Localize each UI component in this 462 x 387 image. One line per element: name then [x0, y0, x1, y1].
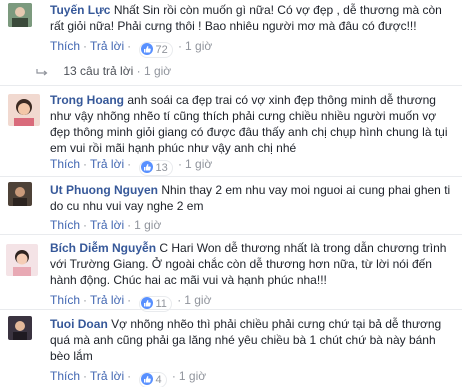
- comment-text: Vợ nhõng nhẽo thì phải chiều phải cưng c…: [50, 317, 442, 363]
- like-icon: [141, 43, 154, 55]
- divider: [0, 85, 462, 86]
- avatar[interactable]: [6, 244, 38, 276]
- like-button[interactable]: Thích: [50, 39, 80, 53]
- comment-body: Bích Diễm Nguyễn C Hari Won dễ thương nh…: [50, 240, 456, 288]
- comment-time[interactable]: 1 giờ: [185, 39, 212, 53]
- like-icon: [141, 297, 154, 309]
- avatar[interactable]: [8, 3, 32, 27]
- divider: [0, 309, 462, 310]
- reaction-count[interactable]: 72: [140, 43, 172, 57]
- like-button[interactable]: Thích: [50, 218, 80, 232]
- commenter-name[interactable]: Bích Diễm Nguyễn: [50, 241, 156, 255]
- divider: [0, 234, 462, 235]
- like-icon: [141, 373, 154, 385]
- avatar[interactable]: [8, 94, 40, 126]
- comment-time[interactable]: 1 giờ: [179, 369, 206, 383]
- comment-actions: Thích · Trả lời · 72 · 1 giờ: [50, 39, 213, 57]
- comment-time[interactable]: 1 giờ: [134, 218, 161, 232]
- reply-button[interactable]: Trả lời: [90, 293, 124, 307]
- like-icon: [141, 161, 154, 173]
- replies-time: 1 giờ: [143, 64, 172, 78]
- commenter-name[interactable]: Ut Phuong Nguyen: [50, 183, 158, 197]
- comment-body: Trong Hoang anh soái ca đẹp trai có vợ x…: [50, 92, 456, 156]
- reply-button[interactable]: Trả lời: [90, 157, 124, 171]
- reaction-count[interactable]: 13: [140, 161, 172, 175]
- like-button[interactable]: Thích: [50, 369, 80, 383]
- comment-actions: Thích · Trả lời · 1 giờ: [50, 218, 162, 232]
- comment-time[interactable]: 1 giờ: [185, 157, 212, 171]
- comment-actions: Thích · Trả lời · 13 · 1 giờ: [50, 157, 213, 175]
- replies-count[interactable]: 13 câu trả lời: [63, 64, 133, 78]
- reply-button[interactable]: Trả lời: [90, 369, 124, 383]
- comment-actions: Thích · Trả lời · 4 · 1 giờ: [50, 369, 207, 387]
- avatar[interactable]: [8, 316, 32, 340]
- divider: [0, 176, 462, 177]
- avatar[interactable]: [8, 182, 32, 206]
- reply-button[interactable]: Trả lời: [90, 39, 124, 53]
- comment-body: Ut Phuong Nguyen Nhin thay 2 em nhu vay …: [50, 182, 456, 214]
- view-replies-link[interactable]: 13 câu trả lời · 1 giờ: [36, 64, 171, 78]
- reply-button[interactable]: Trả lời: [90, 218, 124, 232]
- reaction-count[interactable]: 4: [140, 373, 166, 387]
- comment-body: Tuyến Lực Nhất Sin rồi còn muốn gì nữa! …: [50, 2, 456, 34]
- comment-time[interactable]: 1 giờ: [184, 293, 211, 307]
- commenter-name[interactable]: Trong Hoang: [50, 93, 124, 107]
- like-button[interactable]: Thích: [50, 157, 80, 171]
- commenter-name[interactable]: Tuoi Doan: [50, 317, 108, 331]
- comment-body: Tuoi Doan Vợ nhõng nhẽo thì phải chiều p…: [50, 316, 456, 364]
- reply-arrow-icon: [36, 68, 48, 76]
- commenter-name[interactable]: Tuyến Lực: [50, 3, 110, 17]
- like-button[interactable]: Thích: [50, 293, 80, 307]
